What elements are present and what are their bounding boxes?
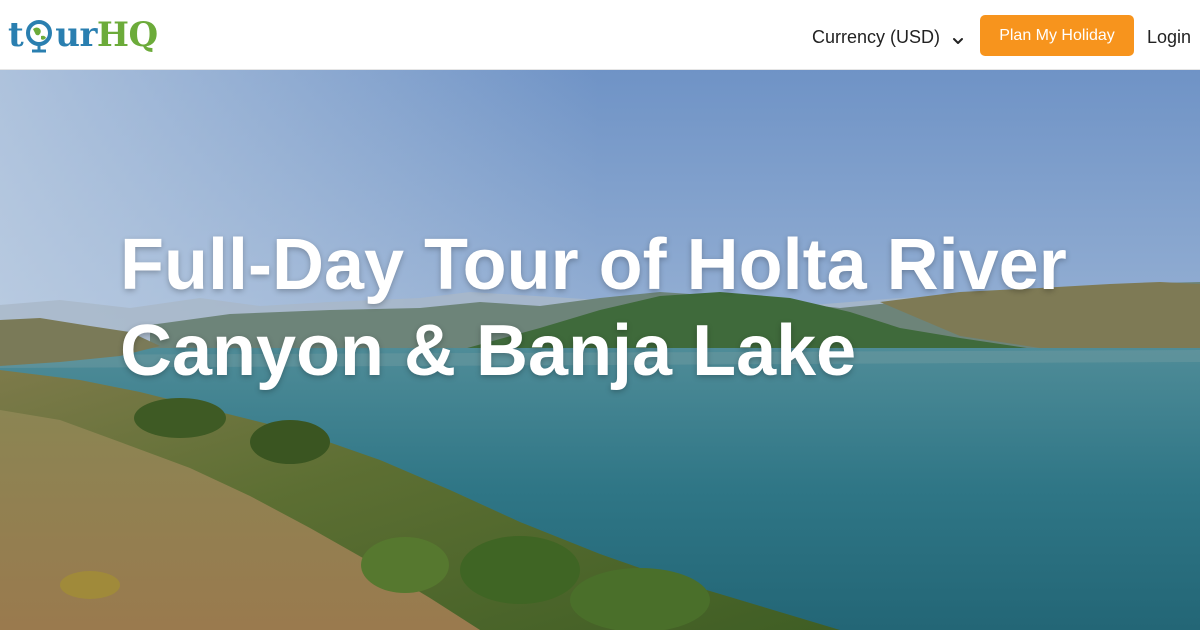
tour-title-line-2: Canyon & Banja Lake bbox=[120, 311, 857, 391]
tour-title-line-1: Full-Day Tour of Holta River bbox=[120, 225, 1067, 305]
site-header: t ur HQ Currency (USD) Plan My Holiday L… bbox=[0, 0, 1200, 70]
logo-text-t: t bbox=[8, 15, 24, 55]
globe-icon bbox=[24, 15, 54, 55]
login-link[interactable]: Login bbox=[1147, 24, 1191, 50]
plan-my-holiday-button[interactable]: Plan My Holiday bbox=[980, 15, 1134, 56]
tourhq-logo[interactable]: t ur HQ bbox=[8, 12, 158, 58]
logo-text-ur: ur bbox=[55, 15, 97, 55]
hero-banner: Full-Day Tour of Holta River Canyon & Ba… bbox=[0, 70, 1200, 630]
chevron-down-icon bbox=[952, 31, 964, 44]
tour-title: Full-Day Tour of Holta River Canyon & Ba… bbox=[120, 222, 1120, 394]
logo-text-hq: HQ bbox=[96, 15, 158, 55]
currency-selector[interactable]: Currency (USD) bbox=[812, 24, 964, 50]
currency-label: Currency (USD) bbox=[812, 26, 941, 47]
